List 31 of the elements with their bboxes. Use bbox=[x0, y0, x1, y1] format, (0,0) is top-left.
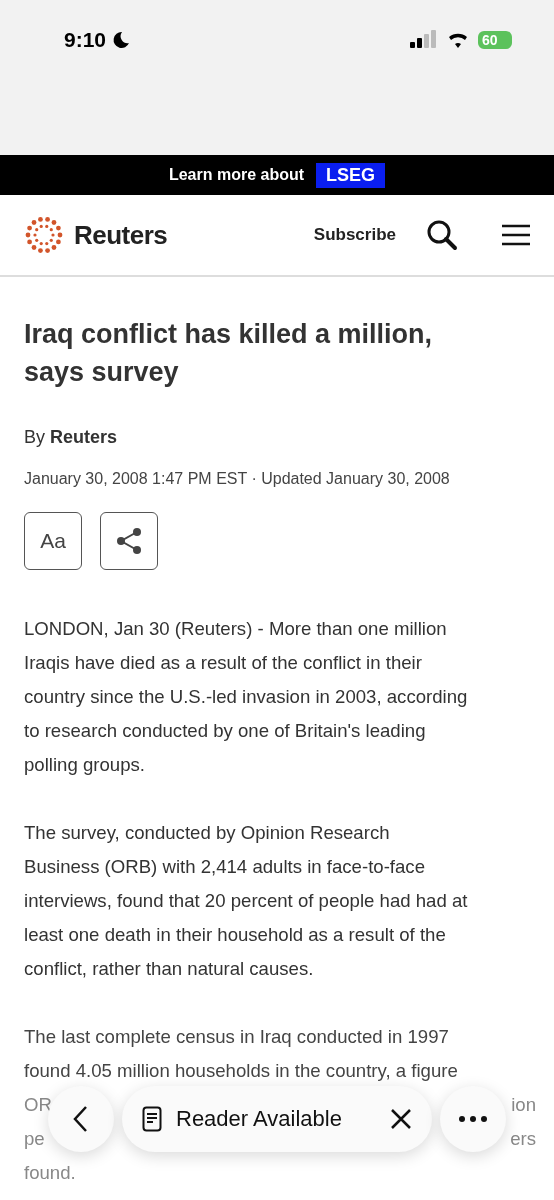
search-icon[interactable] bbox=[426, 219, 458, 251]
document-icon bbox=[142, 1106, 162, 1132]
byline: By Reuters bbox=[24, 427, 119, 448]
font-size-button[interactable]: Aa bbox=[24, 512, 82, 570]
reader-label[interactable]: Reader Available bbox=[176, 1106, 376, 1132]
paragraph-text: found 4.05 million households in the country, a figure bbox=[24, 1059, 458, 1083]
paragraph-text: ers bbox=[510, 1127, 536, 1151]
headline: Iraq conflict has killed a million, says survey bbox=[24, 318, 434, 389]
paragraph-text: OR bbox=[24, 1093, 52, 1117]
reader-bar[interactable]: Reader Available bbox=[122, 1086, 432, 1152]
share-button[interactable] bbox=[100, 512, 158, 570]
share-icon bbox=[114, 526, 144, 556]
menu-icon[interactable] bbox=[502, 224, 530, 246]
paragraph-text: The last complete census in Iraq conducted in 1997 bbox=[24, 1025, 449, 1049]
more-icon bbox=[458, 1115, 488, 1123]
paragraph-text: found. bbox=[24, 1161, 76, 1185]
status-time: 9:10 bbox=[64, 28, 107, 52]
signal-icon bbox=[410, 30, 438, 50]
brand-badge[interactable]: LSEG bbox=[316, 162, 386, 188]
paragraph-text: ion bbox=[511, 1093, 536, 1117]
close-icon[interactable] bbox=[390, 1108, 412, 1130]
article-paragraph: The survey, conducted by Opinion Research Business (ORB) with 2,414 adults in face-to-face interviews, found that 20 percent of people had had at least one death in their household as a result of the conflict, rather than natural causes. bbox=[24, 821, 469, 981]
site-logo[interactable]: Reuters bbox=[74, 219, 304, 251]
article-paragraph: LONDON, Jan 30 (Reuters) - More than one million Iraqis have died as a result of the conflict in their country since the U.S.-led invasion in 2003, according to research conducted by one of Britain's leading polling groups. bbox=[24, 617, 469, 777]
wifi-icon bbox=[446, 31, 470, 49]
dateline: January 30, 2008 1:47 PM EST · Updated January 30, 2008 bbox=[24, 470, 451, 488]
paragraph-text: pe bbox=[24, 1127, 45, 1151]
battery-level: 60 bbox=[478, 31, 512, 49]
subscribe-link[interactable]: Subscribe bbox=[313, 225, 396, 245]
logo-icon bbox=[24, 215, 64, 255]
banner-text[interactable]: Learn more about bbox=[168, 166, 305, 184]
